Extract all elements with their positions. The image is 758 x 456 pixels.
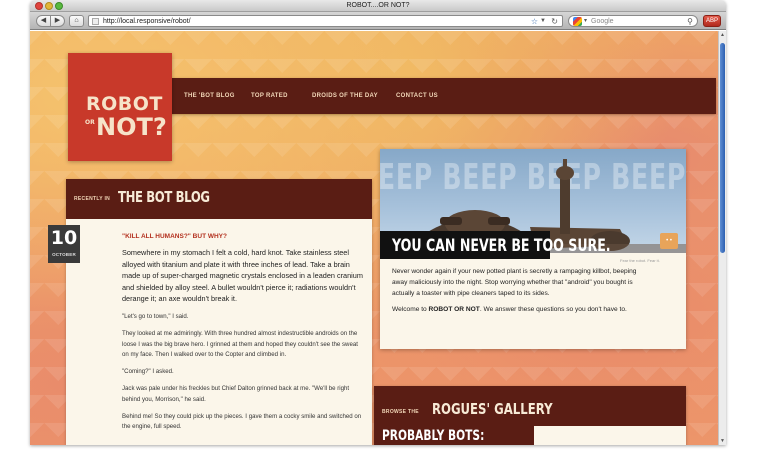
hero-body: Never wonder again if your new potted pl…: [392, 267, 642, 322]
rogues-gallery-panel: BROWSE THE ROGUES' GALLERY PROBABLY BOTS…: [374, 386, 686, 445]
history-dropdown-icon[interactable]: ▼: [540, 16, 546, 27]
back-button[interactable]: ◀: [36, 15, 51, 27]
title-bar[interactable]: ROBOT....OR NOT?: [30, 0, 726, 12]
rogues-subheading: PROBABLY BOTS:: [382, 428, 485, 444]
search-input[interactable]: Google: [591, 16, 614, 27]
scroll-up-arrow-icon[interactable]: ▲: [719, 32, 726, 38]
post-paragraph: "Let's go to town," I said.: [122, 312, 189, 320]
rogues-title[interactable]: ROGUES' GALLERY: [432, 400, 553, 418]
blog-title[interactable]: THE BOT BLOG: [118, 188, 210, 206]
site-nav: THE 'BOT BLOG TOP RATED DROIDS OF THE DA…: [96, 78, 716, 114]
window-title: ROBOT....OR NOT?: [346, 2, 410, 9]
post-lead: Somewhere in my stomach I felt a cold, h…: [122, 248, 363, 304]
hero-paragraph: Never wonder again if your new potted pl…: [392, 268, 637, 297]
forward-button[interactable]: ▶: [51, 15, 65, 27]
nav-link-top-rated[interactable]: TOP RATED: [251, 78, 288, 114]
reload-icon[interactable]: ↻: [551, 16, 558, 27]
bookmark-star-icon[interactable]: ☆: [531, 16, 538, 27]
site-logo[interactable]: ROBOT OR NOT?: [68, 53, 172, 161]
scroll-thumb[interactable]: [720, 43, 725, 253]
post-title[interactable]: "KILL ALL HUMANS?" BUT WHY?: [122, 233, 366, 240]
post-paragraph: Behind me! So they could pick up the pie…: [122, 413, 362, 431]
nav-link-bot-blog[interactable]: THE 'BOT BLOG: [184, 78, 235, 114]
image-share-icon[interactable]: • •: [660, 233, 678, 249]
scroll-down-arrow-icon[interactable]: ▼: [719, 438, 726, 444]
blog-header: RECENTLY IN THE BOT BLOG: [66, 179, 372, 219]
post-date-month: OCTOBER: [52, 252, 76, 257]
adblock-button[interactable]: ABP: [703, 15, 721, 27]
browser-window: ROBOT....OR NOT? ◀ ▶ ⌂ http://local.resp…: [30, 0, 726, 445]
post-date-day: 10: [50, 227, 78, 249]
search-bar[interactable]: ▾ Google ⚲: [568, 15, 698, 27]
hero-welcome-brand: ROBOT OR NOT: [428, 306, 480, 314]
home-button[interactable]: ⌂: [69, 15, 84, 27]
page-scrollbar[interactable]: ▲ ▼: [718, 31, 726, 445]
google-engine-icon[interactable]: [573, 17, 582, 26]
logo-not-text: NOT?: [96, 113, 167, 141]
magnifier-icon[interactable]: ⚲: [687, 16, 693, 27]
post-paragraph: "Coming?" I asked.: [122, 368, 174, 376]
post-date-badge: 10 OCTOBER: [48, 225, 80, 263]
hero-caption: YOU CAN NEVER BE TOO SURE.: [392, 236, 611, 256]
hero-welcome: Welcome to ROBOT OR NOT. We answer these…: [392, 305, 642, 316]
rogues-kicker: BROWSE THE: [382, 409, 419, 415]
logo-or-text: OR: [85, 119, 95, 126]
address-bar[interactable]: http://local.responsive/robot/ ☆ ▼ ↻: [88, 15, 563, 27]
rogues-content-area: [534, 426, 686, 445]
image-credit: Fear the robot. Fear it.: [620, 258, 660, 263]
page-favicon-icon: [92, 18, 99, 25]
hero-welcome-post: . We answer these questions so you don't…: [479, 306, 627, 314]
page-viewport: THE 'BOT BLOG TOP RATED DROIDS OF THE DA…: [30, 31, 718, 445]
engine-dropdown-icon[interactable]: ▾: [584, 16, 587, 27]
blog-kicker: RECENTLY IN: [74, 196, 111, 202]
post-paragraph: Jack was pale under his freckles but Chi…: [122, 385, 350, 403]
nav-link-contact-us[interactable]: CONTACT US: [396, 78, 438, 114]
logo-robot-text: ROBOT: [86, 93, 163, 115]
address-url[interactable]: http://local.responsive/robot/: [103, 16, 191, 27]
hero-welcome-pre: Welcome to: [392, 306, 429, 314]
hero-panel: BEEP BEEP BEEP BEEP YOU CAN NEVER BE TOO…: [380, 149, 686, 349]
browser-toolbar: ◀ ▶ ⌂ http://local.responsive/robot/ ☆ ▼…: [30, 12, 726, 30]
blog-post: "KILL ALL HUMANS?" BUT WHY? Somewhere in…: [122, 233, 366, 440]
nav-link-droids-of-the-day[interactable]: DROIDS OF THE DAY: [312, 78, 378, 114]
blog-panel: RECENTLY IN THE BOT BLOG "KILL ALL HUMAN…: [66, 179, 372, 445]
post-paragraph: They looked at me admiringly. With three…: [122, 330, 358, 358]
